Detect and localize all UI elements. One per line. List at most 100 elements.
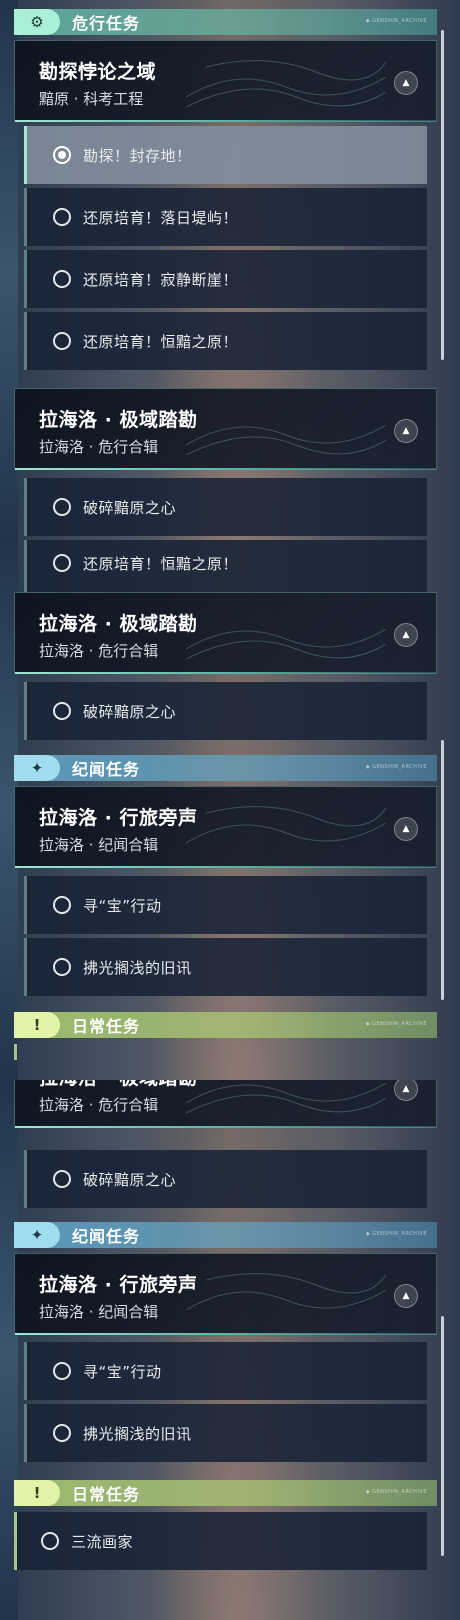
contour-decoration	[186, 1273, 386, 1311]
task-item-explore[interactable]: 勘探！封存地！	[24, 126, 427, 184]
quest-subtitle: 拉海洛 · 危行合辑	[39, 1096, 159, 1114]
radio-icon	[53, 332, 71, 350]
section-header-danger: ⚙ 危行任务 ◆ GENSHIN_ARCHIVE	[14, 9, 437, 35]
section-title: 纪闻任务	[72, 760, 141, 779]
task-label: 破碎黯原之心	[83, 1170, 177, 1189]
quest-subtitle: 拉海洛 · 纪闻合辑	[39, 1303, 159, 1321]
radio-icon	[53, 1170, 71, 1188]
sparkle-icon: ✦	[14, 755, 60, 781]
quest-title: 拉海洛 · 极域踏勘	[39, 1080, 197, 1090]
collapse-icon[interactable]: ▲	[394, 1284, 418, 1308]
task-item-old-news[interactable]: 拂光搁浅的旧讯	[24, 1404, 427, 1462]
card-underline	[15, 1126, 436, 1128]
task-label: 还原培育！恒黯之原！	[83, 332, 239, 351]
task-item-shatter-heart[interactable]: 破碎黯原之心	[24, 1150, 427, 1208]
task-edge-indicator	[14, 1044, 17, 1060]
quest-card-travel[interactable]: 拉海洛 · 行旅旁声 拉海洛 · 纪闻合辑 ▲	[14, 786, 437, 868]
section-header-daily: ! 日常任务 ◆ GENSHIN_ARCHIVE	[14, 1480, 437, 1506]
quest-subtitle: 拉海洛 · 纪闻合辑	[39, 836, 159, 854]
radio-icon	[53, 554, 71, 572]
section-title: 纪闻任务	[72, 1227, 141, 1246]
quest-title: 拉海洛 · 行旅旁声	[39, 1274, 198, 1296]
task-item-restore-eternal[interactable]: 还原培育！恒黯之原！	[24, 312, 427, 370]
contour-decoration	[186, 60, 386, 108]
radio-icon	[53, 958, 71, 976]
scrollbar[interactable]	[441, 30, 444, 360]
contour-decoration	[186, 1082, 386, 1114]
gear-icon: ⚙	[14, 9, 60, 35]
task-item-treasure[interactable]: 寻“宝”行动	[24, 1342, 427, 1400]
task-item-treasure[interactable]: 寻“宝”行动	[24, 876, 427, 934]
card-underline	[15, 1333, 436, 1335]
exclamation-box-icon: !	[14, 1480, 60, 1506]
task-item-restore-sunset[interactable]: 还原培育！落日堤屿！	[24, 188, 427, 246]
quest-title: 勘探悖论之域	[39, 61, 157, 83]
quest-card-polar[interactable]: 拉海洛 · 极域踏勘 拉海洛 · 危行合辑 ▲	[14, 388, 437, 470]
task-item-shatter-heart[interactable]: 破碎黯原之心	[24, 478, 427, 536]
quest-title: 拉海洛 · 极域踏勘	[39, 613, 198, 635]
quest-list-view-2: 还原培育！恒黯之原！ 拉海洛 · 极域踏勘 拉海洛 · 危行合辑 ▲ 破碎黯原之…	[0, 540, 460, 1080]
header-decoration-text: ◆ GENSHIN_ARCHIVE	[365, 1021, 427, 1027]
radio-icon	[53, 498, 71, 516]
header-decoration-text: ◆ GENSHIN_ARCHIVE	[365, 1489, 427, 1495]
task-label: 还原培育！落日堤屿！	[83, 208, 239, 227]
task-label: 还原培育！恒黯之原！	[83, 554, 239, 573]
section-title: 危行任务	[72, 14, 141, 33]
task-label: 拂光搁浅的旧讯	[83, 1424, 192, 1443]
quest-card-polar[interactable]: 拉海洛 · 极域踏勘 拉海洛 · 危行合辑 ▲	[14, 592, 437, 674]
contour-decoration	[186, 424, 386, 456]
radio-icon	[53, 702, 71, 720]
collapse-icon[interactable]: ▲	[394, 623, 418, 647]
sparkle-icon: ✦	[14, 1222, 60, 1248]
scrollbar[interactable]	[441, 740, 444, 1000]
collapse-icon[interactable]: ▲	[394, 71, 418, 95]
radio-icon	[53, 896, 71, 914]
task-label: 寻“宝”行动	[83, 896, 162, 915]
task-label: 三流画家	[71, 1532, 134, 1551]
section-header-daily: ! 日常任务 ◆ GENSHIN_ARCHIVE	[14, 1012, 437, 1038]
card-underline	[15, 120, 436, 122]
collapse-icon[interactable]: ▲	[394, 1080, 418, 1101]
quest-title: 拉海洛 · 极域踏勘	[39, 409, 198, 431]
quest-list-view-1: ⚙ 危行任务 ◆ GENSHIN_ARCHIVE 勘探悖论之域 黯原 · 科考工…	[0, 0, 460, 540]
collapse-icon[interactable]: ▲	[394, 419, 418, 443]
quest-list-view-3: 拉海洛 · 极域踏勘 拉海洛 · 危行合辑 ▲ 破碎黯原之心 ✦ 纪闻任务 ◆ …	[0, 1080, 460, 1620]
radio-icon	[53, 1362, 71, 1380]
task-item-shatter-heart[interactable]: 破碎黯原之心	[24, 682, 427, 740]
header-decoration-text: ◆ GENSHIN_ARCHIVE	[365, 18, 427, 24]
task-item-restore-silent[interactable]: 还原培育！寂静断崖！	[24, 250, 427, 308]
task-item-old-news[interactable]: 拂光搁浅的旧讯	[24, 938, 427, 996]
card-underline	[15, 672, 436, 674]
scrollbar[interactable]	[441, 1316, 444, 1556]
section-header-lore: ✦ 纪闻任务 ◆ GENSHIN_ARCHIVE	[14, 1222, 437, 1248]
quest-title: 拉海洛 · 行旅旁声	[39, 807, 198, 829]
card-underline	[15, 468, 436, 470]
section-title: 日常任务	[72, 1017, 141, 1036]
task-label: 寻“宝”行动	[83, 1362, 162, 1381]
collapse-icon[interactable]: ▲	[394, 817, 418, 841]
radio-icon	[53, 270, 71, 288]
task-item-restore-eternal[interactable]: 还原培育！恒黯之原！	[24, 540, 427, 592]
contour-decoration	[186, 806, 386, 844]
task-label: 还原培育！寂静断崖！	[83, 270, 239, 289]
quest-card-travel[interactable]: 拉海洛 · 行旅旁声 拉海洛 · 纪闻合辑 ▲	[14, 1253, 437, 1335]
quest-subtitle: 拉海洛 · 危行合辑	[39, 438, 159, 456]
exclamation-box-icon: !	[14, 1012, 60, 1038]
quest-card-polar[interactable]: 拉海洛 · 极域踏勘 拉海洛 · 危行合辑 ▲	[14, 1080, 437, 1128]
task-label: 拂光搁浅的旧讯	[83, 958, 192, 977]
contour-decoration	[186, 628, 386, 660]
quest-subtitle: 拉海洛 · 危行合辑	[39, 642, 159, 660]
quest-card-paradox[interactable]: 勘探悖论之域 黯原 · 科考工程 ▲	[14, 40, 437, 122]
task-label: 破碎黯原之心	[83, 702, 177, 721]
radio-selected-icon	[53, 146, 71, 164]
task-label: 破碎黯原之心	[83, 498, 177, 517]
card-underline	[15, 866, 436, 868]
header-decoration-text: ◆ GENSHIN_ARCHIVE	[365, 764, 427, 770]
radio-icon	[53, 1424, 71, 1442]
header-decoration-text: ◆ GENSHIN_ARCHIVE	[365, 1231, 427, 1237]
radio-icon	[41, 1532, 59, 1550]
section-header-lore: ✦ 纪闻任务 ◆ GENSHIN_ARCHIVE	[14, 755, 437, 781]
task-item-painter[interactable]: 三流画家	[14, 1512, 427, 1570]
task-label: 勘探！封存地！	[83, 146, 192, 165]
radio-icon	[53, 208, 71, 226]
